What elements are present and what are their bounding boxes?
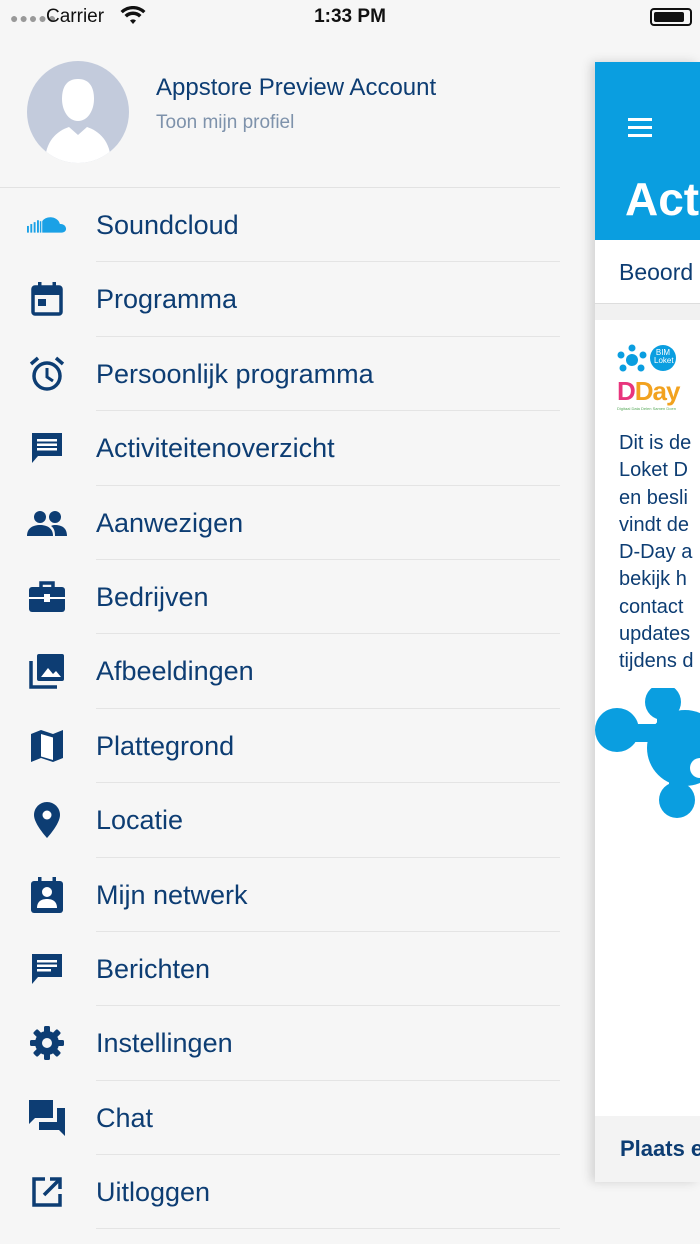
profile-name: Appstore Preview Account [156,74,437,101]
navigation-drawer: Appstore Preview Account Toon mijn profi… [0,34,560,1244]
soundcloud-icon [27,207,67,243]
menu-item-label: Locatie [96,805,184,836]
menu-item-label: Bedrijven [96,581,209,612]
calendar-icon [27,281,67,317]
menu-item-label: Uitloggen [96,1177,211,1208]
contact-badge-icon [27,876,67,913]
description-line: contact [619,595,684,618]
menu-item-label: Activiteitenoverzicht [96,433,335,464]
clock: 1:33 PM [314,6,386,27]
app-header: Act [595,62,700,240]
menu-item-label: Persoonlijk programma [96,358,374,389]
menu-item-berichten[interactable]: Berichten [0,932,560,1007]
battery-icon [650,8,692,26]
menu-item-label: Aanwezigen [96,507,244,538]
page-title: Act [625,173,700,225]
message-icon [27,951,67,987]
comment-icon [27,430,67,466]
description-line: Dit is de [619,432,692,454]
divider [96,1228,560,1230]
logo-tagline: Digitaal Data Delen Samen Doen [617,406,676,411]
status-bar: ●●●●● Carrier 1:33 PM [0,0,700,34]
menu-item-programma[interactable]: Programma [0,262,560,337]
menu-item-locatie[interactable]: Locatie [0,783,560,858]
content-area: BIM Loket DDay Digitaal Data Delen Samen… [595,304,700,1116]
briefcase-icon [27,579,67,615]
menu-item-plattegrond[interactable]: Plattegrond [0,709,560,784]
logo-badge: BIM Loket [654,348,674,365]
menu-item-label: Programma [96,284,238,315]
bim-loket-dday-logo: BIM Loket DDay Digitaal Data Delen Samen… [617,344,687,411]
menu-item-aanwezigen[interactable]: Aanwezigen [0,486,560,560]
map-icon [27,728,67,764]
chat-icon [27,1099,67,1136]
description-line: updates [619,623,691,646]
menu-item-afbeeldingen[interactable]: Afbeeldingen [0,634,560,709]
info-card: BIM Loket DDay Digitaal Data Delen Samen… [595,320,700,1116]
description-line: D-Day a [619,541,693,564]
logo-star-mark-icon [617,344,676,372]
profile-header[interactable]: Appstore Preview Account Toon mijn profi… [0,34,560,188]
logo-wordmark: DDay [617,376,681,407]
menu-item-instellingen[interactable]: Instellingen [0,1006,560,1081]
description-line: en besli [619,486,688,509]
tab-bar: Beoord [595,240,700,304]
image-library-icon [27,653,67,690]
menu-item-label: Plattegrond [96,730,235,761]
menu-item-soundcloud[interactable]: Soundcloud [0,188,560,263]
post-bar[interactable]: Plaats e [595,1116,700,1182]
menu-item-label: Soundcloud [96,210,239,240]
description-line: tijdens d [619,650,694,673]
menu-item-mijn-netwerk[interactable]: Mijn netwerk [0,858,560,932]
gear-icon [27,1025,67,1061]
menu-item-label: Berichten [96,953,211,984]
menu-item-bedrijven[interactable]: Bedrijven [0,560,560,635]
alarm-clock-icon [27,356,67,392]
location-pin-icon [27,802,67,839]
menu-item-label: Chat [96,1102,154,1133]
menu-item-label: Instellingen [96,1028,233,1059]
tab-beoordelingen[interactable]: Beoord [619,259,693,286]
description-line: bekijk h [619,568,687,591]
hamburger-menu-icon[interactable] [628,118,652,142]
menu-item-label: Afbeeldingen [96,656,254,687]
logout-icon [27,1174,67,1210]
post-button-label: Plaats e [620,1136,700,1161]
description-line: vindt de [619,513,690,536]
main-screen[interactable]: Act Beoord BIM Loket DDay Digitaal Data … [595,62,700,1182]
menu-item-activiteitenoverzicht[interactable]: Activiteitenoverzicht [0,411,560,486]
description-text: Dit is de Loket D en besli vindt de D-Da… [619,430,700,676]
user-silhouette-icon [45,79,111,163]
puzzle-graphic-icon [595,688,700,818]
people-icon [27,505,67,541]
menu-item-persoonlijk-programma[interactable]: Persoonlijk programma [0,337,560,412]
avatar[interactable] [27,61,129,163]
drawer-menu: Soundcloud Programma Persoonlijk program… [0,188,560,1230]
view-profile-link[interactable]: Toon mijn profiel [156,112,294,134]
description-line: Loket D [619,459,688,482]
menu-item-uitloggen[interactable]: Uitloggen [0,1155,560,1230]
logo-letters-day: Day [634,376,681,406]
menu-item-label: Mijn netwerk [96,879,248,910]
logo-letter-d: D [617,376,636,406]
menu-item-chat[interactable]: Chat [0,1081,560,1156]
